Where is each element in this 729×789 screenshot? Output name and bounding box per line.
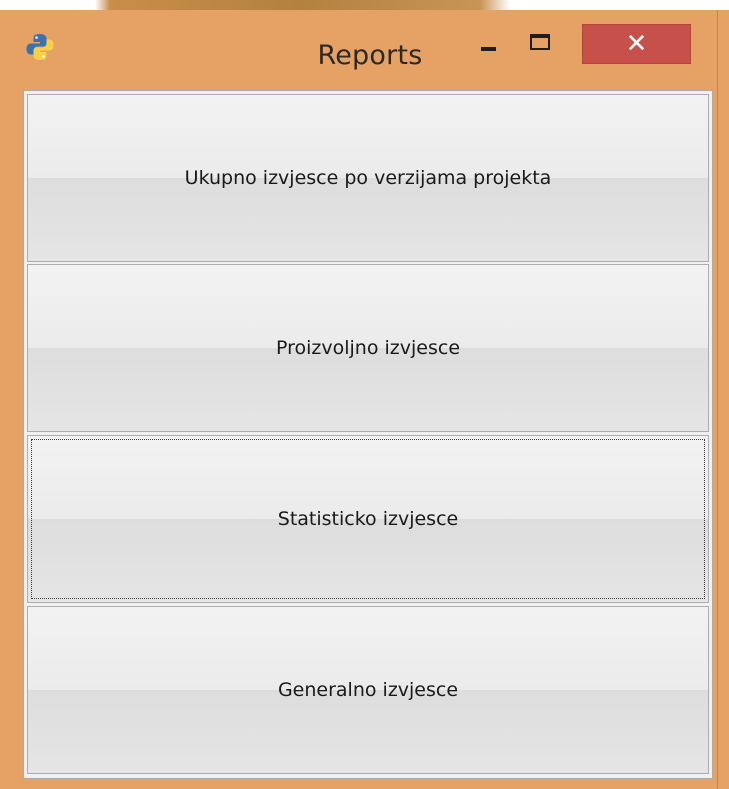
maximize-button[interactable] (512, 26, 564, 68)
python-icon (26, 34, 54, 60)
report-button-proizvoljno[interactable]: Proizvoljno izvjesce (27, 264, 709, 432)
client-area: Ukupno izvjesce po verzijama projekta Pr… (23, 90, 713, 779)
report-button-ukupno[interactable]: Ukupno izvjesce po verzijama projekta (27, 94, 709, 262)
background-strip (0, 0, 729, 10)
window-title: Reports (317, 40, 423, 71)
close-button[interactable]: ✕ (582, 24, 691, 64)
title-bar[interactable]: Reports ✕ (0, 10, 718, 82)
minimize-icon (481, 47, 496, 51)
maximize-icon (530, 34, 550, 50)
report-button-generalno[interactable]: Generalno izvjesce (27, 606, 709, 774)
minimize-button[interactable] (466, 26, 512, 68)
report-button-label: Proizvoljno izvjesce (275, 337, 461, 359)
report-button-statisticko[interactable]: Statisticko izvjesce (27, 435, 709, 603)
report-button-label: Statisticko izvjesce (277, 508, 459, 530)
close-icon: ✕ (625, 29, 648, 59)
reports-window: Reports ✕ Ukupno izvjesce po verzijama p… (0, 10, 718, 789)
report-button-label: Generalno izvjesce (277, 679, 459, 701)
report-button-label: Ukupno izvjesce po verzijama projekta (184, 167, 552, 189)
